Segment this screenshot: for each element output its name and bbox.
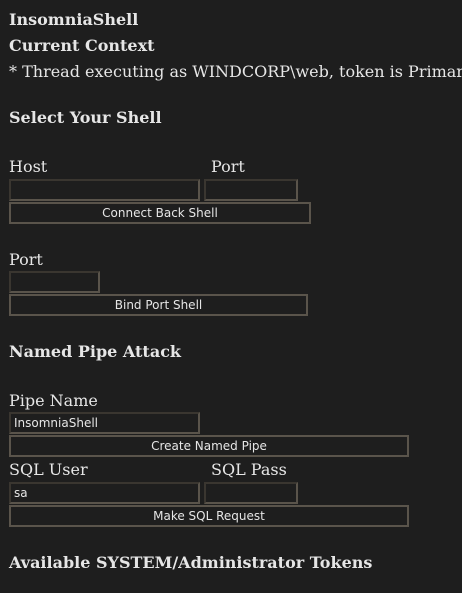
current-context-heading: Current Context [9,36,155,55]
connect-port-label: Port [211,157,245,176]
pipe-name-input[interactable] [9,412,200,434]
current-context-line: * Thread executing as WINDCORP\web, toke… [9,62,462,81]
make-sql-request-button[interactable]: Make SQL Request [9,505,409,527]
sql-pass-label: SQL Pass [211,460,287,479]
create-named-pipe-button[interactable]: Create Named Pipe [9,435,409,457]
select-shell-heading: Select Your Shell [9,108,162,127]
bind-port-shell-button[interactable]: Bind Port Shell [9,294,308,316]
bind-port-label: Port [9,250,43,269]
connect-port-input[interactable] [204,179,298,201]
tokens-heading: Available SYSTEM/Administrator Tokens [9,553,373,572]
connect-back-shell-button[interactable]: Connect Back Shell [9,202,311,224]
named-pipe-heading: Named Pipe Attack [9,342,182,361]
sql-user-label: SQL User [9,460,88,479]
host-label: Host [9,157,48,176]
sql-pass-input[interactable] [204,482,298,504]
sql-user-input[interactable] [9,482,200,504]
host-input[interactable] [9,179,200,201]
pipe-name-label: Pipe Name [9,391,98,410]
app-title: InsomniaShell [9,10,139,29]
bind-port-input[interactable] [9,271,100,293]
